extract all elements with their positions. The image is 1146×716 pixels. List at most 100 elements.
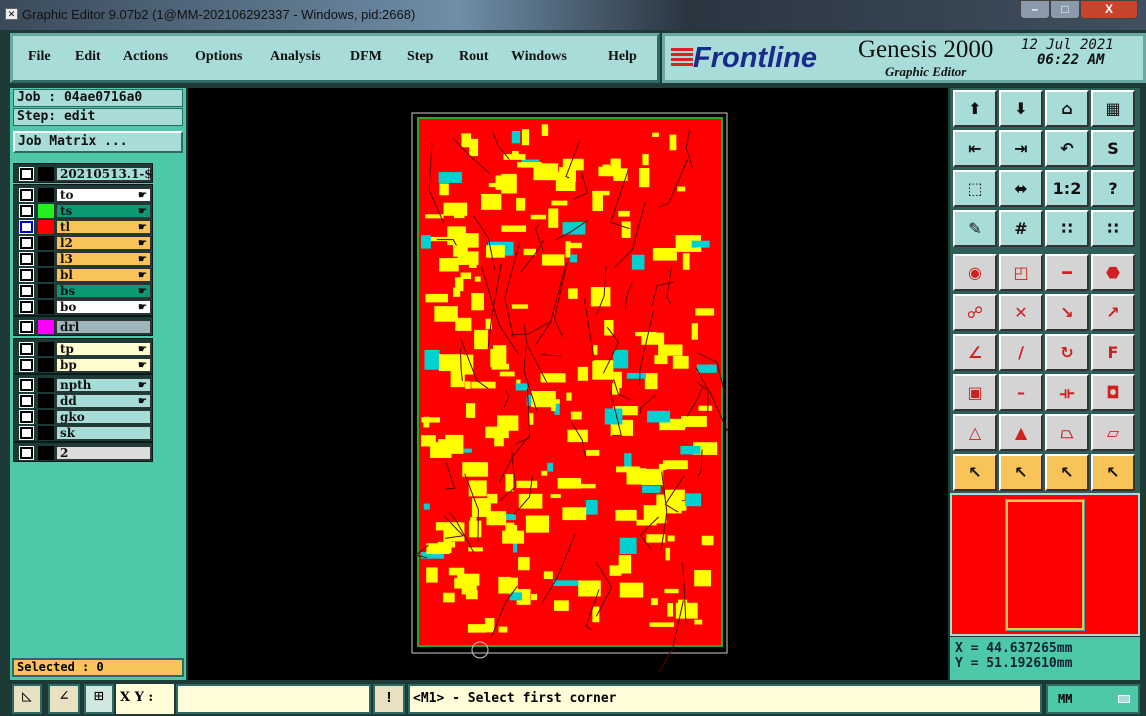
tool-button[interactable]: ⏥	[1091, 414, 1135, 451]
menu-step[interactable]: Step	[407, 49, 433, 65]
layer-color-swatch[interactable]	[38, 268, 54, 282]
layer-checkbox[interactable]	[19, 394, 34, 408]
layer-name[interactable]: ts ☛	[56, 204, 151, 218]
xy-input[interactable]	[176, 684, 371, 714]
tool-button[interactable]: ↗	[1091, 294, 1135, 331]
menu-help[interactable]: Help	[608, 49, 637, 65]
tool-button[interactable]: S	[1091, 130, 1135, 167]
layer-checkbox[interactable]	[19, 284, 34, 298]
tool-button[interactable]: ⬌	[999, 170, 1043, 207]
layer-row[interactable]: drl	[14, 319, 154, 335]
tool-button[interactable]: ↖	[1091, 454, 1135, 491]
layer-name[interactable]: l3 ☛	[56, 252, 151, 266]
layer-name[interactable]: tl ☛	[56, 220, 151, 234]
layer-color-swatch[interactable]	[38, 378, 54, 392]
layer-checkbox[interactable]	[19, 268, 34, 282]
layer-checkbox[interactable]	[19, 320, 34, 334]
layer-row[interactable]: bl ☛	[14, 267, 154, 283]
layer-checkbox[interactable]	[19, 204, 34, 218]
tool-button[interactable]: ✎	[953, 210, 997, 247]
snap-icon[interactable]: ◺	[12, 684, 42, 714]
tool-button[interactable]: ◘	[1091, 374, 1135, 411]
tool-button[interactable]: ↖	[953, 454, 997, 491]
menu-edit[interactable]: Edit	[75, 49, 101, 65]
layer-name[interactable]: 2	[56, 446, 151, 460]
layer-checkbox[interactable]	[19, 342, 34, 356]
tool-button[interactable]: ◰	[999, 254, 1043, 291]
layer-checkbox[interactable]	[19, 358, 34, 372]
layer-color-swatch[interactable]	[38, 410, 54, 424]
menu-options[interactable]: Options	[195, 49, 242, 65]
layer-row[interactable]: 20210513.1-$	[14, 166, 154, 182]
layer-name[interactable]: sk	[56, 426, 151, 440]
overview-map[interactable]	[950, 493, 1140, 636]
layer-row[interactable]: l3 ☛	[14, 251, 154, 267]
layer-name[interactable]: npth ☛	[56, 378, 151, 392]
minimize-button[interactable]: –	[1020, 0, 1050, 19]
layer-name[interactable]: bo ☛	[56, 300, 151, 314]
menu-windows[interactable]: Windows	[511, 49, 567, 65]
layer-color-swatch[interactable]	[38, 284, 54, 298]
layer-name[interactable]: l2 ☛	[56, 236, 151, 250]
layer-color-swatch[interactable]	[38, 220, 54, 234]
layer-row[interactable]: tl ☛	[14, 219, 154, 235]
tool-button[interactable]: ⬚	[953, 170, 997, 207]
layer-name[interactable]: gko	[56, 410, 151, 424]
layer-row[interactable]: bp ☛	[14, 357, 154, 373]
tool-button[interactable]: ↖	[999, 454, 1043, 491]
info-button[interactable]: !	[373, 684, 405, 714]
tool-button[interactable]: ⌂	[1045, 90, 1089, 127]
layer-row[interactable]: 2	[14, 445, 154, 461]
menu-actions[interactable]: Actions	[123, 49, 168, 65]
layer-row[interactable]: gko	[14, 409, 154, 425]
layer-name[interactable]: bs ☛	[56, 284, 151, 298]
units-select[interactable]: MM	[1046, 684, 1140, 714]
layer-color-swatch[interactable]	[38, 394, 54, 408]
tool-button[interactable]: △	[953, 414, 997, 451]
tool-button[interactable]: F	[1091, 334, 1135, 371]
tool-button[interactable]: ▦	[1091, 90, 1135, 127]
layer-name[interactable]: to ☛	[56, 188, 151, 202]
layer-name[interactable]: drl	[56, 320, 151, 334]
menu-file[interactable]: File	[28, 49, 51, 65]
layer-name[interactable]: tp ☛	[56, 342, 151, 356]
layer-checkbox[interactable]	[19, 410, 34, 424]
layer-row[interactable]: tp ☛	[14, 341, 154, 357]
layer-color-swatch[interactable]	[38, 204, 54, 218]
tool-button[interactable]: 1:2	[1045, 170, 1089, 207]
layer-name[interactable]: bp ☛	[56, 358, 151, 372]
tool-button[interactable]: ↶	[1045, 130, 1089, 167]
layer-color-swatch[interactable]	[38, 426, 54, 440]
layer-checkbox[interactable]	[19, 426, 34, 440]
close-button[interactable]: X	[1080, 0, 1138, 19]
job-matrix-button[interactable]: Job Matrix ...	[13, 131, 183, 153]
layer-row[interactable]: bo ☛	[14, 299, 154, 315]
layer-color-swatch[interactable]	[38, 167, 54, 181]
layer-row[interactable]: ts ☛	[14, 203, 154, 219]
layer-color-swatch[interactable]	[38, 252, 54, 266]
tool-button[interactable]: ━	[1045, 254, 1089, 291]
tool-button[interactable]: ∕	[999, 334, 1043, 371]
tool-button[interactable]: ↖	[1045, 454, 1089, 491]
layer-checkbox[interactable]	[19, 378, 34, 392]
layer-name[interactable]: dd ☛	[56, 394, 151, 408]
pcb-view[interactable]	[188, 88, 948, 680]
menu-dfm[interactable]: DFM	[350, 49, 382, 65]
tool-button[interactable]: ⟛	[1045, 374, 1089, 411]
tool-button[interactable]: ↻	[1045, 334, 1089, 371]
tool-button[interactable]: ⏢	[1045, 414, 1089, 451]
tool-button[interactable]: ⇥	[999, 130, 1043, 167]
tool-button[interactable]: ⬣	[1091, 254, 1135, 291]
grid-snap-icon[interactable]: ⊞	[84, 684, 114, 714]
tool-button[interactable]: ▣	[953, 374, 997, 411]
layer-checkbox[interactable]	[19, 446, 34, 460]
menu-analysis[interactable]: Analysis	[270, 49, 321, 65]
tool-button[interactable]: ⬆	[953, 90, 997, 127]
tool-button[interactable]: ∠	[953, 334, 997, 371]
layer-color-swatch[interactable]	[38, 236, 54, 250]
tool-button[interactable]: ⇤	[953, 130, 997, 167]
layer-color-swatch[interactable]	[38, 446, 54, 460]
layer-row[interactable]: bs ☛	[14, 283, 154, 299]
maximize-button[interactable]: □	[1050, 0, 1080, 19]
layer-row[interactable]: to ☛	[14, 187, 154, 203]
